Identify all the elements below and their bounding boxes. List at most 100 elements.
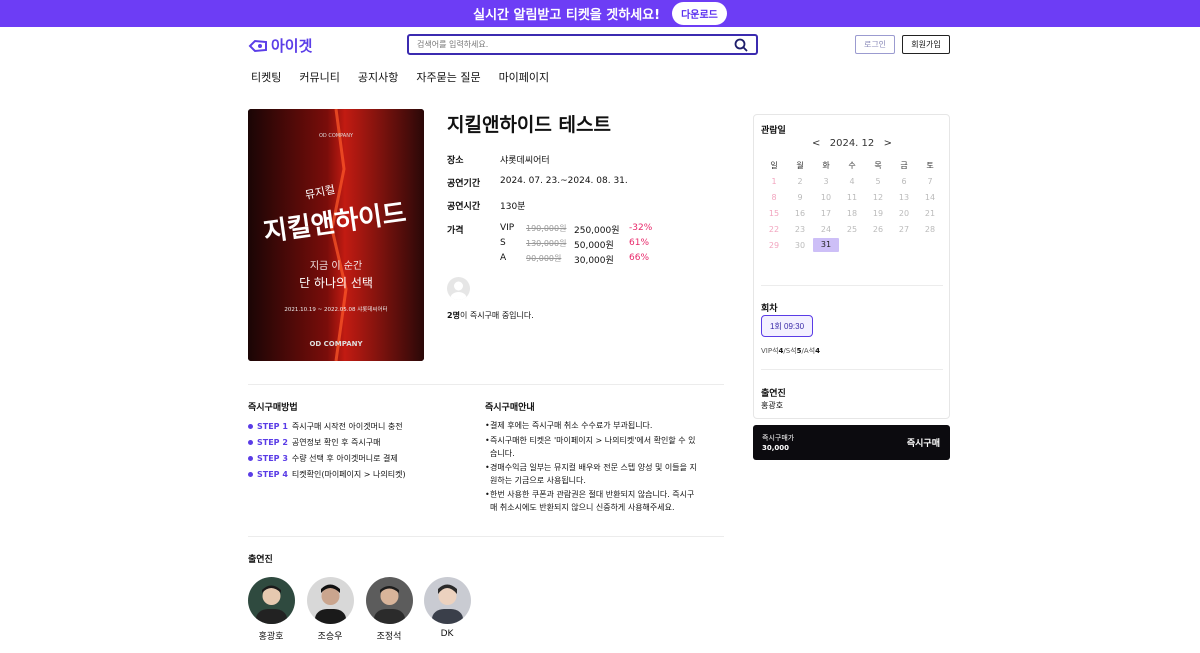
nav-community[interactable]: 커뮤니티	[299, 69, 339, 85]
poster-line4: 단 하나의 선택	[299, 276, 373, 290]
search-box[interactable]	[407, 34, 758, 55]
svg-text:OD COMPANY: OD COMPANY	[319, 133, 354, 139]
buy-now-bar[interactable]: 즉시구매가 30,000 즉시구매	[753, 425, 950, 460]
calendar-day[interactable]: 4	[839, 177, 865, 186]
calendar-day[interactable]: 16	[787, 209, 813, 218]
calendar-day[interactable]: 22	[761, 225, 787, 234]
price-original: 130,000원	[526, 239, 567, 248]
weekday: 목	[874, 160, 882, 170]
bullet-icon	[248, 456, 253, 461]
banner-text: 실시간 알림받고 티켓을 겟하세요!	[473, 8, 661, 23]
price-grade: VIP	[500, 223, 515, 233]
calendar-month-nav: < 2024. 12 >	[812, 138, 892, 149]
nav-ticketing[interactable]: 티켓팅	[251, 69, 281, 85]
calendar-day[interactable]: 18	[839, 209, 865, 218]
runtime-label: 공연시간	[447, 202, 481, 212]
step-label: STEP 1	[257, 422, 288, 431]
step-label: STEP 4	[257, 470, 288, 479]
cast-name: DK	[440, 629, 454, 639]
cast-member[interactable]: 조승우	[306, 577, 354, 642]
user-icon	[450, 281, 467, 300]
top-banner: 실시간 알림받고 티켓을 겟하세요! 다운로드	[0, 0, 1200, 27]
calendar-day[interactable]: 20	[891, 209, 917, 218]
weekday: 월	[796, 160, 804, 170]
weekday: 화	[822, 160, 830, 170]
calendar-day[interactable]: 12	[865, 193, 891, 202]
step-item: STEP 1 즉시구매 시작전 아이겟머니 충전	[248, 421, 403, 432]
download-button[interactable]: 다운로드	[672, 2, 727, 25]
seat-availability: VIP석4/S석5/A석4	[761, 346, 820, 356]
weekday: 일	[770, 160, 778, 170]
calendar-day[interactable]: 2	[787, 177, 813, 186]
session-button[interactable]: 1회 09:30	[761, 315, 813, 337]
calendar-day[interactable]: 9	[787, 193, 813, 202]
weekday: 수	[848, 160, 856, 170]
nav-mypage[interactable]: 마이페이지	[499, 69, 550, 85]
step-item: STEP 4 티켓확인(마이페이지 > 나의티켓)	[248, 469, 406, 480]
calendar-day[interactable]: 14	[917, 193, 943, 202]
venue-value: 샤롯데씨어터	[500, 156, 550, 166]
bullet-icon	[248, 472, 253, 477]
calendar-day[interactable]: 6	[891, 177, 917, 186]
next-month-icon[interactable]: >	[884, 138, 892, 149]
buyers-text: 이 즉시구매 중입니다.	[459, 311, 534, 320]
calendar-day[interactable]: 19	[865, 209, 891, 218]
buyer-avatar	[447, 277, 470, 300]
calendar-day[interactable]: 30	[787, 241, 813, 250]
buy-now-button[interactable]: 즉시구매	[907, 436, 940, 449]
show-title: 지킬앤하이드 테스트	[447, 114, 611, 136]
how-title: 즉시구매방법	[248, 403, 298, 413]
calendar-day[interactable]: 1	[761, 177, 787, 186]
calendar-day[interactable]: 15	[761, 209, 787, 218]
calendar-day[interactable]: 3	[813, 177, 839, 186]
calendar-day[interactable]: 10	[813, 193, 839, 202]
calendar-day[interactable]: 26	[865, 225, 891, 234]
calendar-day[interactable]: 13	[891, 193, 917, 202]
guide-item: 즉시구매한 티켓은 '마이페이지 > 나의티켓'에서 확인할 수 있습니다.	[485, 434, 700, 460]
calendar-month: 2024. 12	[829, 138, 875, 149]
period-label: 공연기간	[447, 179, 481, 189]
weekday: 토	[926, 160, 934, 170]
price-row: A 90,000원 30,000원 66%	[500, 253, 649, 266]
cast-photo	[306, 577, 354, 624]
bullet-icon	[248, 424, 253, 429]
guide-item: 경매수익금 일부는 뮤지컬 배우와 전문 스텝 양성 및 이들을 지원하는 기금…	[485, 461, 700, 487]
cast-name: 홍광호	[258, 632, 284, 642]
calendar-day[interactable]: 8	[761, 193, 787, 202]
search-icon[interactable]	[734, 38, 748, 52]
signup-button[interactable]: 회원가입	[902, 35, 950, 54]
calendar-day[interactable]: 5	[865, 177, 891, 186]
price-original: 90,000원	[526, 254, 562, 263]
calendar-day-selected[interactable]: 31	[813, 238, 839, 252]
guide-item: 한번 사용한 쿠폰과 관람권은 절대 반환되지 않습니다. 즉시구매 취소시에도…	[485, 488, 700, 514]
cast-member[interactable]: DK	[423, 577, 471, 639]
calendar-day[interactable]: 29	[761, 241, 787, 250]
calendar-day[interactable]: 7	[917, 177, 943, 186]
step-item: STEP 3 수량 선택 후 아이겟머니로 결제	[248, 453, 398, 464]
nav-faq[interactable]: 자주묻는 질문	[416, 69, 480, 85]
price-discount: -32%	[629, 223, 653, 233]
search-input[interactable]	[417, 40, 734, 49]
price-current: 50,000원	[574, 241, 614, 251]
seat-count: 4	[815, 347, 820, 355]
calendar-day[interactable]: 17	[813, 209, 839, 218]
panel-cast-title: 출연진	[761, 389, 786, 399]
calendar-day[interactable]: 25	[839, 225, 865, 234]
step-text: 티켓확인(마이페이지 > 나의티켓)	[291, 470, 406, 479]
poster-art: OD COMPANY 뮤지컬 지킬앤하이드 지금 이 순간 단 하나의 선택 2…	[248, 109, 424, 361]
prev-month-icon[interactable]: <	[812, 138, 820, 149]
runtime-value: 130분	[500, 202, 526, 212]
calendar-day[interactable]: 23	[787, 225, 813, 234]
calendar-day[interactable]: 11	[839, 193, 865, 202]
cast-member[interactable]: 홍광호	[247, 577, 295, 642]
calendar-day[interactable]: 27	[891, 225, 917, 234]
login-button[interactable]: 로그인	[855, 35, 895, 54]
nav-notice[interactable]: 공지사항	[358, 69, 398, 85]
calendar-day[interactable]: 24	[813, 225, 839, 234]
calendar-day[interactable]: 28	[917, 225, 943, 234]
weekday: 금	[900, 160, 908, 170]
cast-member[interactable]: 조정석	[365, 577, 413, 642]
calendar-day[interactable]: 21	[917, 209, 943, 218]
guide-title: 즉시구매안내	[485, 403, 535, 413]
logo[interactable]: 아이겟	[248, 35, 312, 56]
